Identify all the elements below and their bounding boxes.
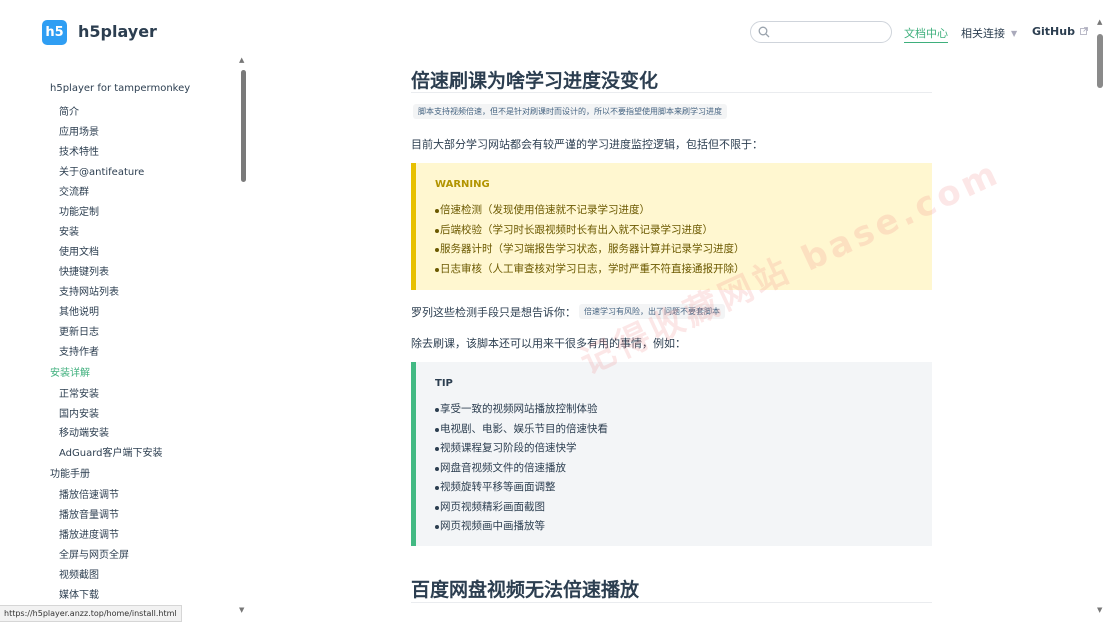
sidebar-item-domestic-install[interactable]: 国内安装: [59, 405, 99, 420]
heading-speed-course: 倍速刷课为啥学习进度没变化: [411, 70, 659, 92]
sidebar-item-progress[interactable]: 播放进度调节: [59, 526, 119, 541]
nav-link-related-label: 相关连接: [961, 27, 1005, 40]
sidebar-item-antifeature[interactable]: 关于@antifeature: [59, 163, 144, 178]
external-link-icon: [1080, 27, 1088, 35]
tip-list: 享受一致的视频网站播放控制体验 电视剧、电影、娱乐节目的倍速快看 视频课程复习阶…: [416, 400, 608, 537]
sidebar-group-tampermonkey[interactable]: h5player for tampermonkey: [50, 83, 190, 94]
sidebar-item-intro[interactable]: 简介: [59, 103, 79, 118]
chevron-down-icon: ▼: [1011, 29, 1018, 38]
navbar: h5 h5player 文档中心 相关连接 ▼ GitHub: [0, 0, 1109, 66]
sidebar-group-manual[interactable]: 功能手册: [50, 465, 90, 480]
sidebar-scroll-up-icon[interactable]: ▲: [239, 56, 244, 64]
sidebar-item-install[interactable]: 安装: [59, 223, 79, 238]
list-item: 电视剧、电影、娱乐节目的倍速快看: [435, 420, 608, 440]
list-item: 网页视频精彩画面截图: [435, 498, 608, 518]
warning-list: 倍速检测（发现使用倍速就不记录学习进度） 后端校验（学习时长跟视频时长有出入就不…: [416, 201, 745, 279]
sidebar-item-other[interactable]: 其他说明: [59, 303, 99, 318]
sidebar-scroll-down-icon[interactable]: ▼: [239, 606, 244, 614]
list-item: 视频课程复习阶段的倍速快学: [435, 439, 608, 459]
list-item: 享受一致的视频网站播放控制体验: [435, 400, 608, 420]
search-icon: [758, 26, 770, 38]
sidebar-item-features[interactable]: 技术特性: [59, 143, 99, 158]
page-scroll-up-icon[interactable]: ▲: [1097, 18, 1102, 26]
sidebar-item-mobile-install[interactable]: 移动端安装: [59, 424, 109, 439]
heading-divider: [411, 602, 932, 603]
site-logo-icon[interactable]: h5: [42, 20, 67, 45]
list-item: 网页视频画中画播放等: [435, 517, 608, 537]
sidebar-item-sites[interactable]: 支持网站列表: [59, 283, 119, 298]
sidebar-item-group-chat[interactable]: 交流群: [59, 183, 89, 198]
nav-link-related[interactable]: 相关连接 ▼: [961, 25, 1017, 41]
sidebar-item-screenshot[interactable]: 视频截图: [59, 566, 99, 581]
sidebar-item-scenarios[interactable]: 应用场景: [59, 123, 99, 138]
list-item: 后端校验（学习时长跟视频时长有出入就不记录学习进度）: [435, 221, 745, 241]
sidebar-item-support[interactable]: 支持作者: [59, 343, 99, 358]
heading-divider: [411, 92, 932, 93]
nav-link-github[interactable]: GitHub: [1032, 25, 1088, 38]
list-item: 视频旋转平移等画面调整: [435, 478, 608, 498]
status-url: https://h5player.anzz.top/home/install.h…: [0, 605, 182, 622]
tip-block: TIP 享受一致的视频网站播放控制体验 电视剧、电影、娱乐节目的倍速快看 视频课…: [411, 362, 932, 546]
sidebar-item-changelog[interactable]: 更新日志: [59, 323, 99, 338]
page-scroll-down-icon[interactable]: ▼: [1097, 606, 1102, 614]
search-input[interactable]: [750, 21, 892, 43]
sidebar-item-download[interactable]: 媒体下载: [59, 586, 99, 601]
sidebar-group-install-details[interactable]: 安装详解: [50, 364, 90, 379]
list-item: 日志审核（人工审查核对学习日志，学时严重不符直接通报开除）: [435, 260, 745, 280]
warning-title: WARNING: [435, 179, 490, 190]
tip-title: TIP: [435, 378, 453, 389]
sidebar-item-customize[interactable]: 功能定制: [59, 203, 99, 218]
list-item: 倍速检测（发现使用倍速就不记录学习进度）: [435, 201, 745, 221]
sidebar-item-normal-install[interactable]: 正常安装: [59, 385, 99, 400]
sidebar-item-shortcuts[interactable]: 快捷键列表: [59, 263, 109, 278]
sidebar: h5player for tampermonkey 简介 应用场景 技术特性 关…: [0, 66, 248, 625]
sidebar-scrollbar[interactable]: [241, 70, 246, 182]
list-item: 服务器计时（学习端报告学习状态，服务器计算并记录学习进度）: [435, 240, 745, 260]
sidebar-item-volume[interactable]: 播放音量调节: [59, 506, 119, 521]
heading-baidu-pan: 百度网盘视频无法倍速播放: [411, 579, 640, 601]
sidebar-item-usage[interactable]: 使用文档: [59, 243, 99, 258]
warning-block: WARNING 倍速检测（发现使用倍速就不记录学习进度） 后端校验（学习时长跟视…: [411, 163, 932, 290]
sidebar-item-fullscreen[interactable]: 全屏与网页全屏: [59, 546, 129, 561]
site-name[interactable]: h5player: [78, 22, 157, 41]
code-note-risk: 倍速学习有风险，出了问题不要套脚本: [579, 304, 725, 319]
code-note-speed: 脚本支持视频倍速，但不是针对刷课时而设计的，所以不要指望使用脚本来刷学习进度: [413, 104, 727, 119]
paragraph-uses: 除去刷课，该脚本还可以用来干很多有用的事情，例如：: [411, 337, 686, 350]
paragraph-detection: 罗列这些检测手段只是想告诉你：: [411, 306, 576, 319]
nav-link-github-label: GitHub: [1032, 25, 1075, 38]
sidebar-item-adguard-install[interactable]: AdGuard客户端下安装: [59, 444, 163, 459]
page-scrollbar[interactable]: [1097, 34, 1103, 88]
list-item: 网盘音视频文件的倍速播放: [435, 459, 608, 479]
nav-link-docs[interactable]: 文档中心: [904, 25, 948, 43]
sidebar-item-speed[interactable]: 播放倍速调节: [59, 486, 119, 501]
paragraph-monitoring: 目前大部分学习网站都会有较严谨的学习进度监控逻辑，包括但不限于：: [411, 138, 763, 151]
